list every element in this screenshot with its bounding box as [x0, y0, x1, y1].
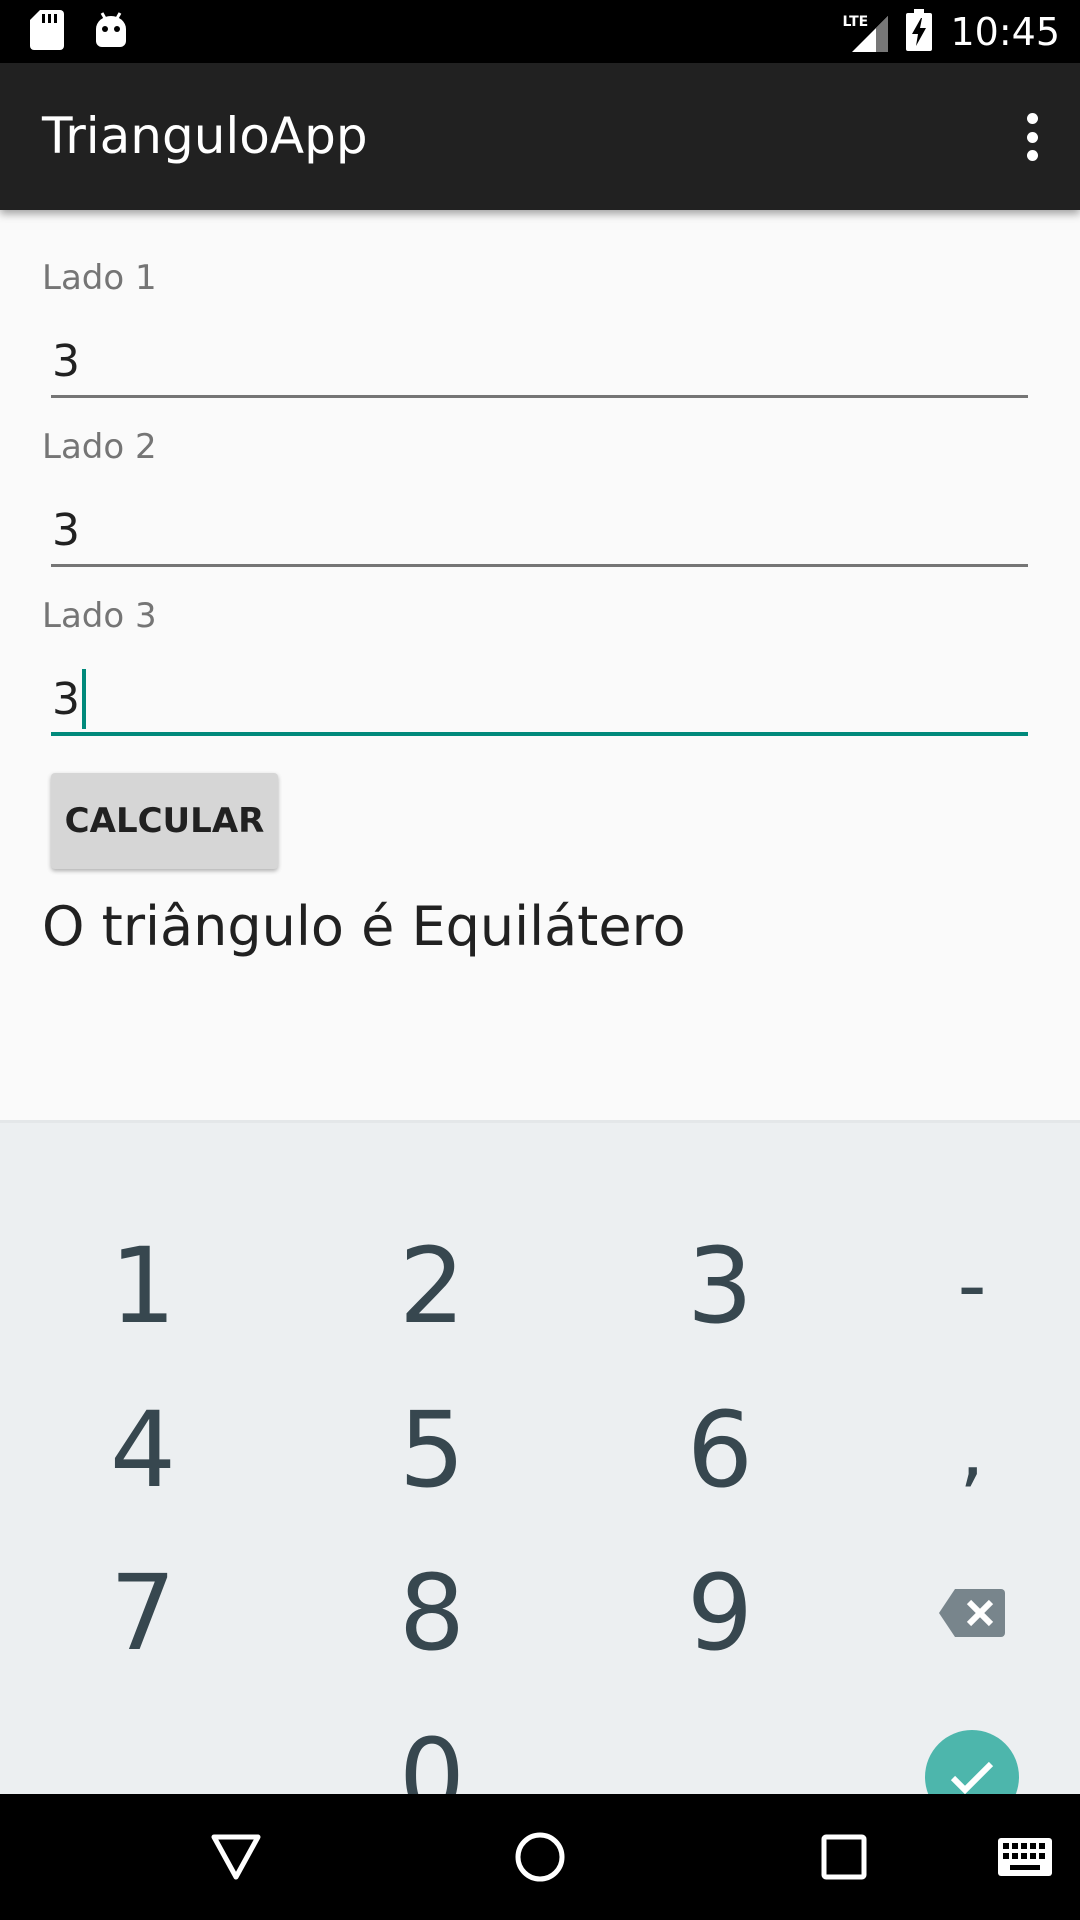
android-icon [94, 11, 128, 53]
lado-2-input[interactable]: 3 [51, 497, 1028, 567]
key-comma[interactable]: , [837, 1367, 1080, 1532]
status-bar: LTE 10:45 [0, 0, 1080, 63]
key-1[interactable]: 1 [8, 1203, 278, 1368]
status-bar-left [30, 10, 128, 54]
key-6[interactable]: 6 [585, 1367, 855, 1532]
lado-2-value: 3 [52, 505, 80, 556]
back-icon[interactable] [176, 1794, 296, 1920]
sd-card-icon [30, 10, 64, 54]
backspace-icon[interactable] [837, 1530, 1080, 1695]
field-label-lado-2: Lado 2 [42, 427, 157, 467]
key-minus[interactable]: - [837, 1203, 1080, 1368]
lado-1-value: 3 [52, 336, 80, 387]
keyboard-icon[interactable] [985, 1794, 1065, 1920]
more-vert-icon[interactable] [1012, 107, 1052, 167]
field-label-lado-3: Lado 3 [42, 596, 157, 636]
lado-3-value: 3 [52, 673, 80, 725]
key-2[interactable]: 2 [297, 1203, 567, 1368]
result-text: O triângulo é Equilátero [42, 895, 686, 958]
text-cursor [82, 669, 86, 729]
battery-charging-icon [906, 8, 933, 55]
app-bar: TrianguloApp [0, 63, 1080, 210]
status-time: 10:45 [950, 9, 1060, 54]
lado-3-input[interactable]: 3 [51, 666, 1028, 736]
key-7[interactable]: 7 [8, 1530, 278, 1695]
key-8[interactable]: 8 [297, 1530, 567, 1695]
field-label-lado-1: Lado 1 [42, 258, 157, 298]
navigation-bar [0, 1794, 1080, 1920]
numeric-keyboard: 1 2 3 - 4 5 6 , 7 8 9 . 0 _ [0, 1120, 1080, 1838]
key-9[interactable]: 9 [585, 1530, 855, 1695]
key-5[interactable]: 5 [297, 1367, 567, 1532]
lte-signal-icon: LTE [842, 12, 889, 52]
status-bar-right: LTE 10:45 [842, 0, 1060, 63]
key-3[interactable]: 3 [585, 1203, 855, 1368]
lado-1-input[interactable]: 3 [51, 328, 1028, 398]
home-icon[interactable] [480, 1794, 600, 1920]
app-title: TrianguloApp [42, 107, 368, 165]
recents-icon[interactable] [784, 1794, 904, 1920]
calcular-button[interactable]: CALCULAR [51, 773, 278, 869]
key-4[interactable]: 4 [8, 1367, 278, 1532]
